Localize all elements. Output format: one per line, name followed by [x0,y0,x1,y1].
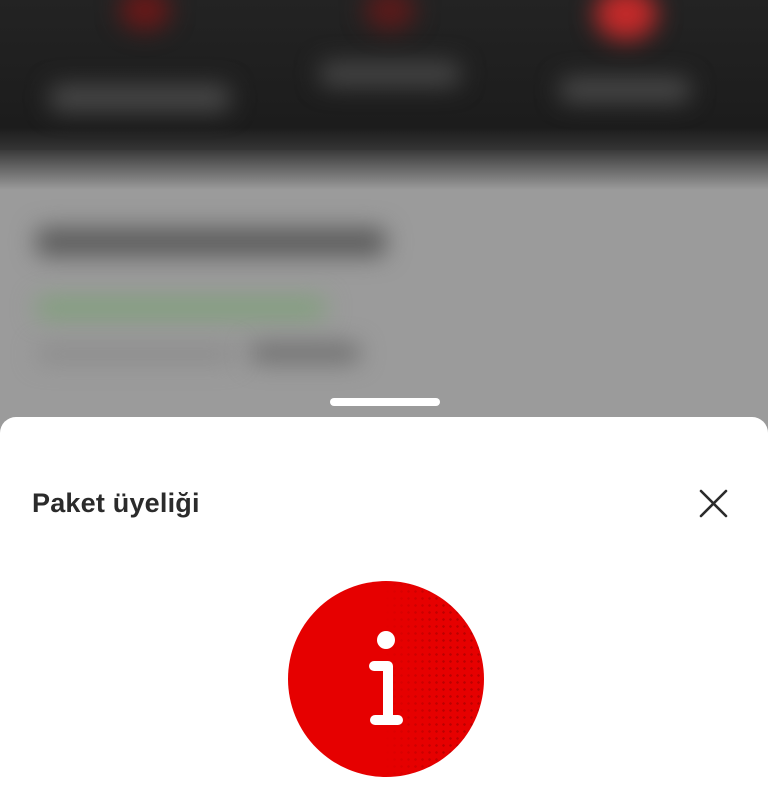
background-subtext [36,346,236,362]
background-progress-bar [36,298,326,318]
background-tab-label-2 [320,62,460,86]
background-tab-label-3 [560,78,690,102]
background-fade [0,150,768,190]
close-button[interactable] [690,481,736,527]
info-badge [288,581,484,777]
background-tab-label-1 [50,85,230,111]
sheet-drag-handle[interactable] [330,398,440,406]
sheet-title: Paket üyeliği [32,488,200,518]
info-icon [369,631,403,725]
background-subtext-2 [250,344,360,362]
background-heading [36,228,386,256]
close-icon [699,489,728,518]
